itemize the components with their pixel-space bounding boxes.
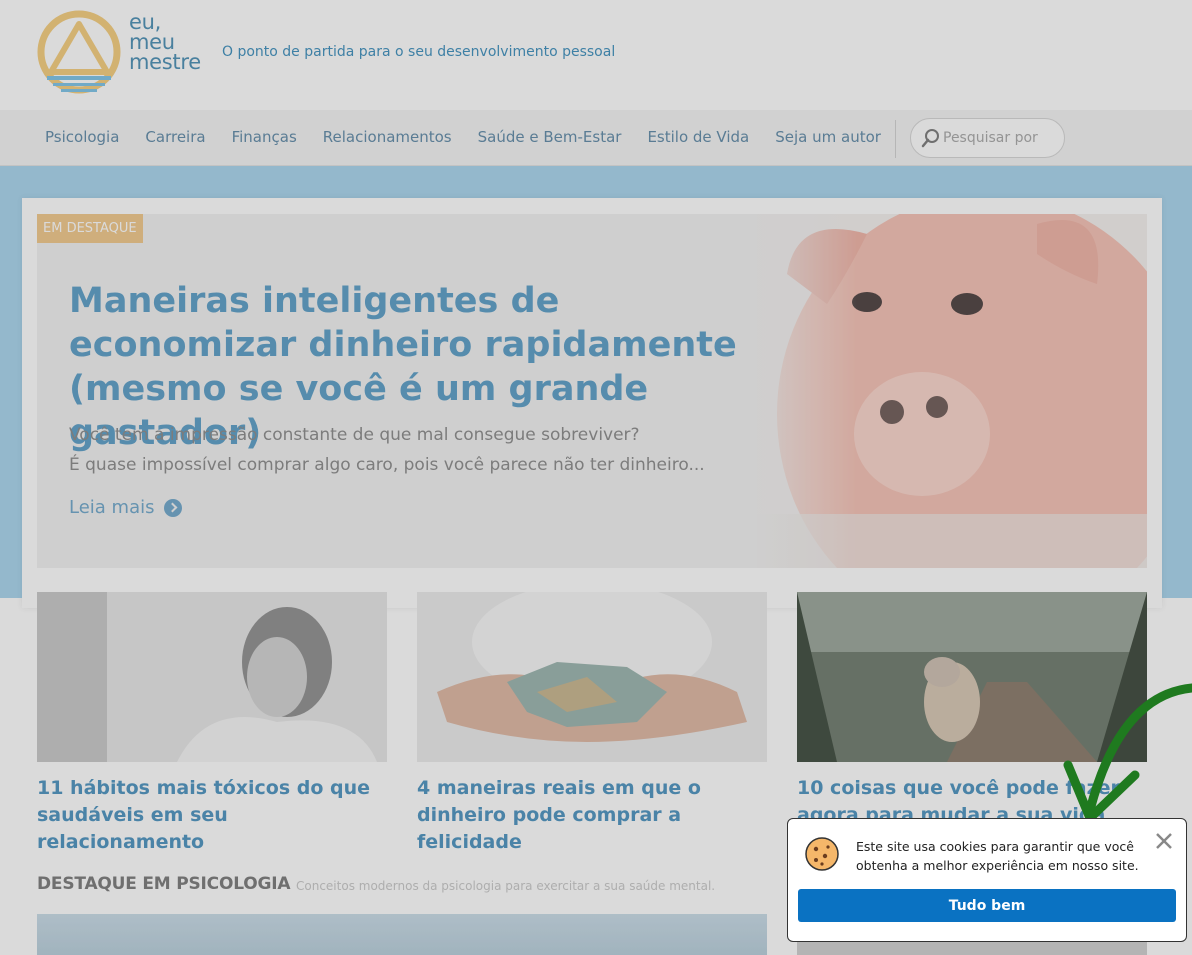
- close-icon[interactable]: [1154, 831, 1174, 851]
- modal-overlay[interactable]: [0, 0, 1192, 955]
- pointer-arrow-icon: [1063, 683, 1192, 823]
- cookie-message: Este site usa cookies para garantir que …: [856, 839, 1139, 873]
- cookie-icon: [805, 837, 839, 871]
- accept-cookies-button[interactable]: Tudo bem: [798, 889, 1176, 922]
- cookie-consent-popup: Este site usa cookies para garantir que …: [787, 818, 1187, 942]
